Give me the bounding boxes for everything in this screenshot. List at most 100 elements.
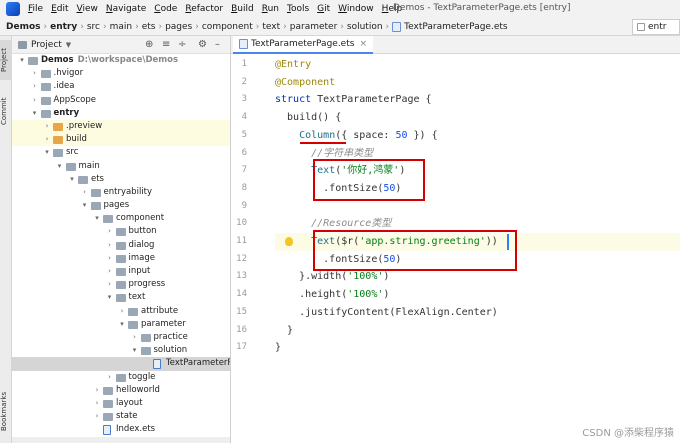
chevron-down-icon[interactable]: ▾ xyxy=(68,173,76,186)
tool-tab-bookmarks[interactable]: Bookmarks xyxy=(0,386,12,436)
breadcrumb-item[interactable]: pages xyxy=(165,22,192,32)
chevron-down-icon[interactable]: ▾ xyxy=(106,291,114,304)
chevron-down-icon[interactable]: ▾ xyxy=(118,318,126,331)
chevron-right-icon[interactable]: › xyxy=(106,278,114,291)
run-config-selector[interactable]: entr xyxy=(632,19,680,35)
tree-item[interactable]: › toggle xyxy=(12,371,230,384)
tree-item[interactable]: › .preview xyxy=(12,119,230,134)
chevron-down-icon[interactable]: ▼ xyxy=(66,41,71,49)
chevron-down-icon[interactable]: ▾ xyxy=(131,344,139,357)
menu-item-4[interactable]: Code xyxy=(154,4,177,14)
chevron-right-icon[interactable]: › xyxy=(106,225,114,238)
tree-item[interactable]: › .idea xyxy=(12,80,230,93)
code-line[interactable]: @Component xyxy=(275,74,680,92)
project-view-selector[interactable]: Project xyxy=(31,40,62,50)
menu-item-8[interactable]: Tools xyxy=(287,4,309,14)
tree-item[interactable]: ▾ parameter xyxy=(12,318,230,331)
chevron-right-icon[interactable]: › xyxy=(93,410,101,423)
menu-item-1[interactable]: Edit xyxy=(51,4,68,14)
breadcrumb-item[interactable]: TextParameterPage.ets xyxy=(392,21,508,32)
tool-tab-project[interactable]: Project xyxy=(0,40,12,80)
tree-item[interactable]: ▾ main xyxy=(12,160,230,173)
chevron-down-icon[interactable]: ▾ xyxy=(43,146,51,159)
tree-item[interactable]: › build xyxy=(12,133,230,147)
menu-item-10[interactable]: Window xyxy=(338,4,374,14)
chevron-right-icon[interactable]: › xyxy=(131,331,139,344)
chevron-down-icon[interactable]: ▾ xyxy=(18,54,26,67)
chevron-right-icon[interactable]: › xyxy=(43,120,51,133)
editor-tab-active[interactable]: TextParameterPage.ets × xyxy=(233,36,373,54)
tree-item[interactable]: › dialog xyxy=(12,239,230,252)
tree-item[interactable]: ▾ entry xyxy=(12,107,230,120)
menu-item-7[interactable]: Run xyxy=(262,4,279,14)
tree-item[interactable]: › layout xyxy=(12,397,230,410)
chevron-down-icon[interactable]: ▾ xyxy=(56,160,64,173)
breadcrumb-item[interactable]: solution xyxy=(347,22,383,32)
chevron-down-icon[interactable]: ▾ xyxy=(93,212,101,225)
menu-item-3[interactable]: Navigate xyxy=(106,4,146,14)
chevron-right-icon[interactable]: › xyxy=(93,384,101,397)
tree-item[interactable]: › helloworld xyxy=(12,384,230,397)
menu-item-9[interactable]: Git xyxy=(317,4,330,14)
tree-item[interactable]: ▾ ets xyxy=(12,173,230,186)
chevron-right-icon[interactable]: › xyxy=(106,252,114,265)
chevron-right-icon[interactable]: › xyxy=(43,133,51,146)
code-line[interactable]: build() { xyxy=(275,109,680,127)
chevron-right-icon[interactable]: › xyxy=(31,80,39,93)
breadcrumb-item[interactable]: parameter xyxy=(290,22,338,32)
gear-icon[interactable]: ⚙ xyxy=(198,39,207,50)
tree-item[interactable]: ▾ src xyxy=(12,146,230,159)
tree-item[interactable]: › attribute xyxy=(12,305,230,318)
chevron-down-icon[interactable]: ▾ xyxy=(81,199,89,212)
chevron-right-icon[interactable]: › xyxy=(31,67,39,80)
code-line[interactable]: .justifyContent(FlexAlign.Center) xyxy=(275,304,680,322)
tree-item[interactable]: › AppScope xyxy=(12,94,230,107)
menu-item-5[interactable]: Refactor xyxy=(185,4,223,14)
breadcrumb-item[interactable]: Demos xyxy=(6,22,41,32)
breadcrumb-item[interactable]: component xyxy=(202,22,253,32)
chevron-right-icon[interactable]: › xyxy=(118,305,126,318)
tree-item[interactable]: › state xyxy=(12,410,230,423)
code-line[interactable]: struct TextParameterPage { xyxy=(275,91,680,109)
code-line[interactable]: } xyxy=(275,322,680,340)
tree-item[interactable]: › .hvigor xyxy=(12,67,230,80)
menu-item-0[interactable]: File xyxy=(28,4,43,14)
tree-item[interactable]: ▾ text xyxy=(12,291,230,304)
chevron-right-icon[interactable]: › xyxy=(106,239,114,252)
expand-all-icon[interactable]: ÷ xyxy=(178,39,186,50)
breadcrumb-item[interactable]: main xyxy=(110,22,133,32)
hide-panel-icon[interactable]: – xyxy=(215,39,220,50)
breadcrumb-item[interactable]: src xyxy=(87,22,100,32)
menu-item-6[interactable]: Build xyxy=(231,4,254,14)
tree-item[interactable]: › input xyxy=(12,265,230,278)
code-line[interactable]: } xyxy=(275,339,680,357)
tree-item[interactable]: Index.ets xyxy=(12,423,230,436)
tree-item[interactable]: ▾ component xyxy=(12,212,230,225)
tree-item[interactable]: › image xyxy=(12,252,230,265)
chevron-down-icon[interactable]: ▾ xyxy=(31,107,39,120)
code-area[interactable]: @Entry @Component struct TextParameterPage… xyxy=(275,54,680,443)
chevron-right-icon[interactable]: › xyxy=(106,371,114,384)
tree-item[interactable]: › button xyxy=(12,225,230,238)
breadcrumb-item[interactable]: entry xyxy=(50,22,77,32)
menu-item-2[interactable]: View xyxy=(77,4,98,14)
breadcrumb-item[interactable]: text xyxy=(262,22,280,32)
horizontal-scrollbar[interactable] xyxy=(12,437,230,443)
tree-item[interactable]: ▾ Demos D:\workspace\Demos xyxy=(12,54,230,67)
code-line[interactable]: .height('100%') xyxy=(275,286,680,304)
chevron-right-icon[interactable]: › xyxy=(81,186,89,199)
tree-item[interactable]: TextParameterPage xyxy=(12,357,230,371)
tree-item[interactable]: › entryability xyxy=(12,186,230,199)
close-icon[interactable]: × xyxy=(359,39,367,49)
tree-item[interactable]: ▾ solution xyxy=(12,344,230,357)
chevron-right-icon[interactable]: › xyxy=(31,94,39,107)
breadcrumb-item[interactable]: ets xyxy=(142,22,156,32)
tree-item[interactable]: ▾ pages xyxy=(12,199,230,212)
tree-item[interactable]: › progress xyxy=(12,278,230,291)
locate-icon[interactable]: ⊕ xyxy=(145,39,153,50)
chevron-right-icon[interactable]: › xyxy=(93,397,101,410)
collapse-all-icon[interactable]: ≡ xyxy=(162,39,170,50)
tree-item[interactable]: › practice xyxy=(12,331,230,344)
chevron-right-icon[interactable]: › xyxy=(106,265,114,278)
code-line[interactable]: @Entry xyxy=(275,56,680,74)
